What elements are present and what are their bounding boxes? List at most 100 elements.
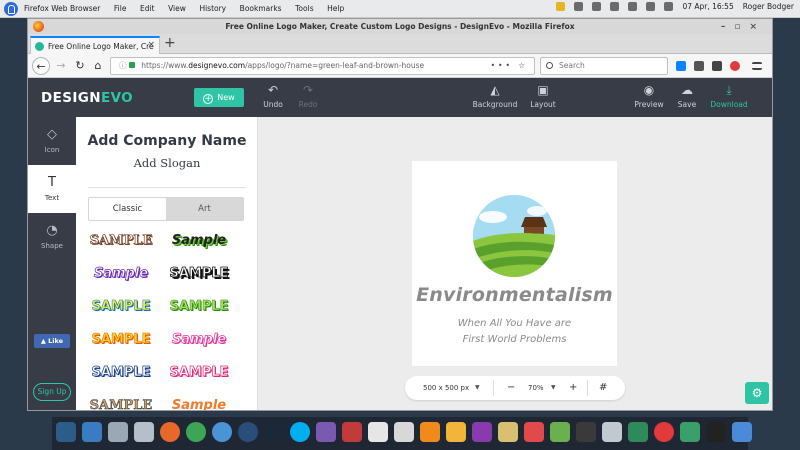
text-style-sample[interactable]: SAMPLE bbox=[88, 328, 154, 352]
wifi-icon[interactable] bbox=[628, 2, 638, 11]
window-controls[interactable]: –▫× bbox=[721, 20, 766, 35]
dropbox-icon[interactable] bbox=[592, 2, 602, 11]
zoom-level[interactable]: 70% bbox=[528, 376, 544, 400]
anchor-app-icon[interactable] bbox=[56, 422, 76, 442]
layout-button[interactable]: ▣ Layout bbox=[518, 82, 568, 109]
zoom-out-button[interactable]: − bbox=[507, 376, 515, 400]
text-style-sample[interactable]: Sample bbox=[88, 262, 154, 286]
logo-canvas[interactable]: Environmentalism When All You Have are F… bbox=[412, 161, 617, 366]
close-tab-icon[interactable]: × bbox=[147, 40, 155, 50]
app-dock-icon[interactable] bbox=[446, 422, 466, 442]
chevron-down-icon[interactable]: ▼ bbox=[551, 376, 556, 400]
text-style-sample[interactable]: SAMPLE bbox=[88, 361, 154, 385]
battery-icon[interactable] bbox=[664, 2, 674, 11]
briefcase-dock-icon[interactable] bbox=[602, 422, 622, 442]
page-info-icon[interactable]: ⓘ bbox=[119, 61, 129, 70]
clock[interactable]: 07 Apr, 16:55 bbox=[682, 2, 733, 11]
menu-history[interactable]: History bbox=[199, 4, 226, 13]
home-button[interactable]: ⌂ bbox=[89, 57, 107, 75]
files-app-icon[interactable] bbox=[82, 422, 102, 442]
chevron-down-icon[interactable]: ▼ bbox=[475, 376, 480, 400]
vlc-dock-icon[interactable] bbox=[420, 422, 440, 442]
new-tab-button[interactable]: + bbox=[164, 35, 176, 51]
facebook-like-button[interactable]: ▲ Like bbox=[34, 334, 70, 348]
text-style-sample[interactable]: SAMPLE bbox=[88, 394, 154, 410]
menu-tools[interactable]: Tools bbox=[295, 4, 313, 13]
text-style-sample[interactable]: Sample bbox=[166, 394, 232, 410]
reload-button[interactable]: ↻ bbox=[71, 57, 89, 75]
drive-app-icon[interactable] bbox=[134, 422, 154, 442]
text-style-sample[interactable]: SAMPLE bbox=[166, 361, 232, 385]
clipboard-icon[interactable] bbox=[610, 2, 620, 11]
browser-tab[interactable]: Free Online Logo Maker, Cre × bbox=[30, 36, 160, 54]
text-style-sample[interactable]: SAMPLE bbox=[88, 295, 154, 319]
app-dock-icon[interactable] bbox=[550, 422, 570, 442]
extensions-icon[interactable] bbox=[694, 61, 704, 71]
settings-gear-icon[interactable] bbox=[712, 61, 722, 71]
tab-classic[interactable]: Classic bbox=[89, 198, 166, 220]
sidebar-item-text[interactable]: T Text bbox=[28, 165, 76, 213]
app-dock-icon[interactable] bbox=[628, 422, 648, 442]
chromium-dock-icon[interactable] bbox=[238, 422, 258, 442]
sign-up-button[interactable]: Sign Up bbox=[33, 383, 71, 401]
designevo-logo[interactable]: DESIGNEVO bbox=[41, 90, 133, 106]
app-dock-icon[interactable] bbox=[576, 422, 596, 442]
image-viewer-dock-icon[interactable] bbox=[524, 422, 544, 442]
logo-brand-text[interactable]: Environmentalism bbox=[412, 284, 617, 306]
menu-bookmarks[interactable]: Bookmarks bbox=[240, 4, 282, 13]
menu-edit[interactable]: Edit bbox=[140, 4, 155, 13]
downloads-icon[interactable] bbox=[676, 61, 686, 71]
menu-help[interactable]: Help bbox=[327, 4, 344, 13]
monitor-dock-icon[interactable] bbox=[680, 422, 700, 442]
menu-app-name[interactable]: Firefox Web Browser bbox=[24, 4, 100, 13]
logo-slogan-line2[interactable]: First World Problems bbox=[412, 334, 617, 345]
text-style-sample[interactable]: SAMPLE bbox=[166, 295, 232, 319]
back-button[interactable]: ← bbox=[32, 57, 50, 75]
settings-gear-icon[interactable]: ⚙ bbox=[745, 382, 769, 404]
forward-button[interactable]: → bbox=[52, 57, 70, 75]
drive-app-icon[interactable] bbox=[108, 422, 128, 442]
zoom-in-button[interactable]: + bbox=[569, 376, 577, 400]
terminal-dock-icon[interactable] bbox=[706, 422, 726, 442]
add-slogan-item[interactable]: Add Slogan bbox=[76, 156, 257, 170]
printer-icon[interactable] bbox=[574, 2, 584, 11]
logo-slogan-line1[interactable]: When All You Have are bbox=[412, 318, 617, 329]
document-dock-icon[interactable] bbox=[368, 422, 388, 442]
search-dock-icon[interactable] bbox=[654, 422, 674, 442]
firefox-dock-icon[interactable] bbox=[160, 422, 180, 442]
canvas-size-select[interactable]: 500 x 500 px bbox=[423, 376, 469, 400]
user-name[interactable]: Roger Bodger bbox=[743, 2, 794, 11]
skype-dock-icon[interactable] bbox=[290, 422, 310, 442]
notes-icon[interactable] bbox=[556, 2, 566, 11]
page-actions-icon[interactable]: ••• ☆ bbox=[491, 58, 528, 74]
browser-dock-icon[interactable] bbox=[212, 422, 232, 442]
text-style-sample[interactable]: SAMPLE bbox=[88, 229, 154, 253]
grid-toggle-icon[interactable]: # bbox=[599, 376, 607, 400]
add-company-name-item[interactable]: Add Company Name bbox=[76, 133, 257, 149]
installer-dock-icon[interactable] bbox=[342, 422, 362, 442]
menu-view[interactable]: View bbox=[168, 4, 186, 13]
document-dock-icon[interactable] bbox=[394, 422, 414, 442]
text-style-sample[interactable]: Sample bbox=[166, 328, 232, 352]
download-button[interactable]: ⤓ Download bbox=[704, 82, 754, 109]
video-dock-icon[interactable] bbox=[472, 422, 492, 442]
desktop-dock-icon[interactable] bbox=[732, 422, 752, 442]
redo-button[interactable]: ↷ Redo bbox=[283, 82, 333, 109]
hamburger-menu-icon[interactable] bbox=[752, 62, 762, 70]
steam-dock-icon[interactable] bbox=[264, 422, 284, 442]
audio-dock-icon[interactable] bbox=[498, 422, 518, 442]
os-menu-icon[interactable] bbox=[4, 1, 18, 16]
farm-house-emblem-icon[interactable] bbox=[473, 195, 555, 277]
chrome-dock-icon[interactable] bbox=[186, 422, 206, 442]
search-field[interactable]: Search bbox=[540, 57, 668, 75]
new-button[interactable]: + New bbox=[194, 88, 244, 107]
game-dock-icon[interactable] bbox=[316, 422, 336, 442]
text-style-sample[interactable]: Sample bbox=[166, 229, 232, 253]
sidebar-item-shape[interactable]: ◔ Shape bbox=[28, 213, 76, 261]
background-button[interactable]: ◭ Background bbox=[470, 82, 520, 109]
text-style-sample[interactable]: SAMPLE bbox=[166, 262, 232, 286]
volume-icon[interactable] bbox=[646, 2, 656, 11]
adblock-icon[interactable] bbox=[730, 61, 740, 71]
sidebar-item-icon[interactable]: ◇ Icon bbox=[28, 117, 76, 165]
url-bar[interactable]: ⓘ https://www.designevo.com/apps/logo/?n… bbox=[110, 57, 535, 75]
